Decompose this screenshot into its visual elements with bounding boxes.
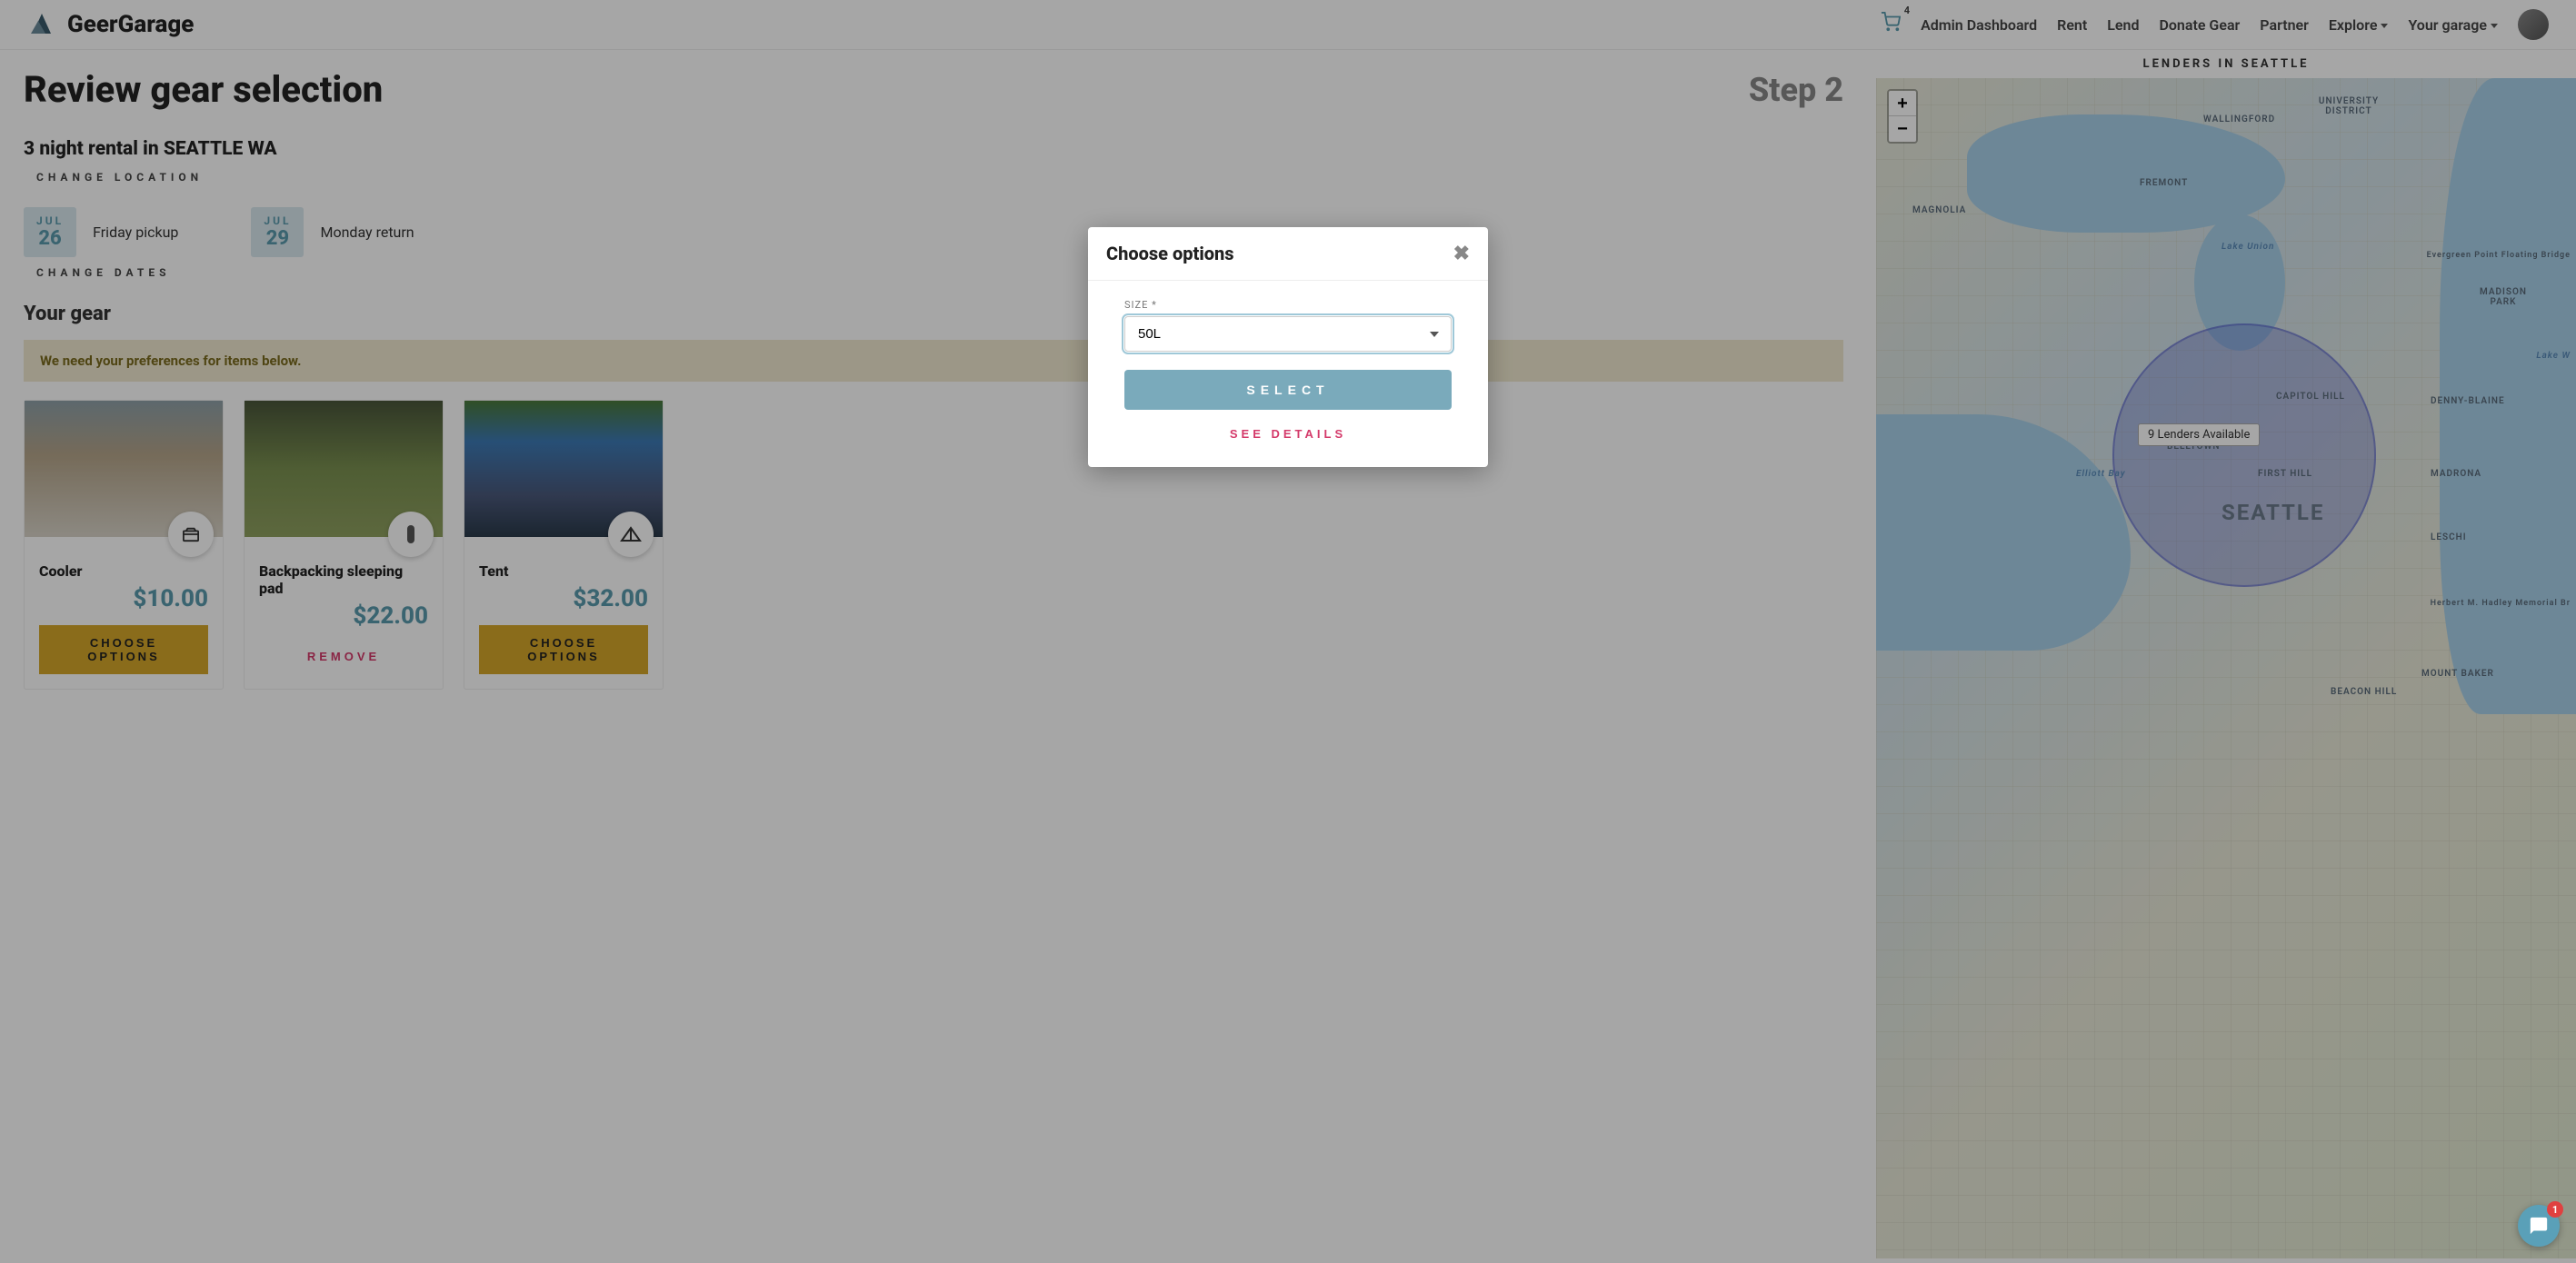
- close-icon[interactable]: ✖: [1453, 242, 1470, 265]
- modal-overlay[interactable]: [0, 0, 2576, 1263]
- choose-options-modal: Choose options ✖ SIZE * 50L SELECT SEE D…: [1088, 227, 1488, 467]
- chat-icon: [2529, 1216, 2549, 1236]
- size-select-wrap: 50L: [1124, 316, 1452, 352]
- chat-badge: 1: [2547, 1201, 2563, 1218]
- size-select[interactable]: 50L: [1124, 316, 1452, 352]
- size-label: SIZE *: [1124, 299, 1452, 311]
- chat-widget[interactable]: 1: [2518, 1205, 2560, 1247]
- see-details-button[interactable]: SEE DETAILS: [1124, 427, 1452, 441]
- select-button[interactable]: SELECT: [1124, 370, 1452, 410]
- modal-title: Choose options: [1106, 243, 1234, 264]
